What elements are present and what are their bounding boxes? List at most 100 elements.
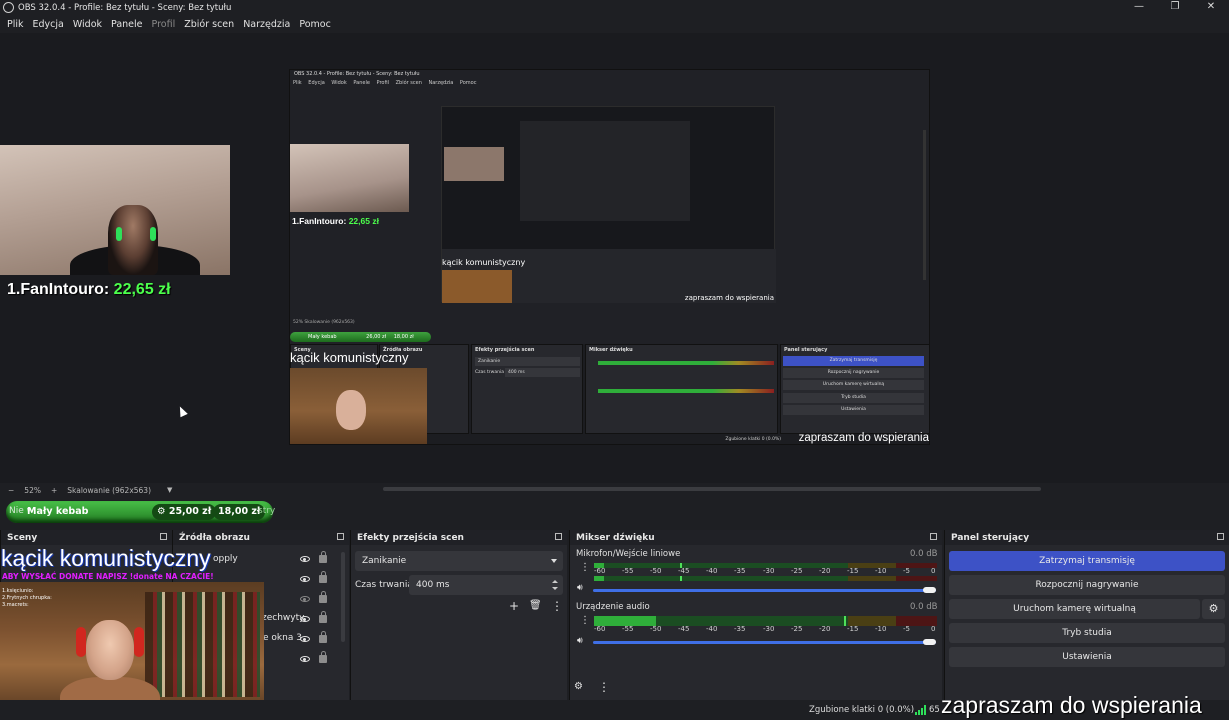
meter-tick-label: 0 [931,625,936,633]
volume-meter [594,621,937,626]
meter-tick-label: -30 [763,567,775,575]
source-label[interactable]: zechwyty [262,613,304,623]
menu-tools[interactable]: Narzędzia [243,19,290,30]
close-icon[interactable]: ✕ [1193,0,1229,15]
volume-slider-handle[interactable] [923,587,936,593]
trash-icon[interactable]: 🗑 [529,600,542,612]
headphones-left [76,627,86,657]
menu-edit[interactable]: Edycja [33,19,64,30]
lock-icon[interactable] [319,631,327,643]
duration-input[interactable]: 400 ms [409,575,563,595]
sources-scrollbar[interactable] [341,552,345,642]
zoom-in-button[interactable]: + [51,486,57,495]
duration-label: Czas trwania [355,580,413,590]
chevron-up-icon[interactable] [552,580,558,583]
source-row[interactable] [300,571,340,586]
popout-icon[interactable] [337,533,344,540]
lock-icon[interactable] [319,571,327,583]
menu-bar: Plik Edycja Widok Panele Profil Zbiór sc… [0,15,1229,33]
meter-tick-label: -20 [819,625,831,633]
preview-horizontal-scrollbar[interactable] [383,487,1041,491]
meter-tick-label: -25 [791,625,803,633]
scenes-title: Sceny [7,532,38,543]
start-virtual-camera-button[interactable]: Uruchom kamerę wirtualną [949,599,1200,619]
meter-tick-label: -60 [594,625,606,633]
zoom-out-button[interactable]: − [8,486,14,495]
visibility-eye-icon[interactable] [300,636,310,642]
menu-file[interactable]: Plik [7,19,24,30]
menu-help[interactable]: Pomoc [299,19,331,30]
meter-tick-label: -35 [734,625,746,633]
minimize-icon[interactable]: — [1121,0,1157,15]
source-label[interactable]: e okna 3 [263,633,302,643]
nested-inner-capture: kącik komunistyczny zapraszam do wspiera… [441,106,776,303]
settings-icon[interactable]: ⚙ [574,681,583,693]
lock-icon[interactable] [319,551,327,563]
meter-tick-label: -45 [678,567,690,575]
visibility-eye-icon[interactable] [300,556,310,562]
visibility-eye-off-icon[interactable] [300,596,310,602]
chevron-down-icon[interactable] [552,587,558,590]
meter-tick-label: -60 [594,567,606,575]
volume-slider[interactable] [593,589,936,592]
more-icon[interactable]: ⋮ [580,616,590,626]
channel-db: 0.0 dB [910,549,938,559]
scaling-label[interactable]: Skalowanie (962x563) [67,486,151,495]
speaker-icon[interactable]: 🔊︎ [577,583,583,593]
speaker-icon[interactable]: 🔊︎ [577,636,583,646]
chevron-down-icon [551,559,557,563]
popout-icon[interactable] [160,533,167,540]
volume-slider[interactable] [593,641,936,644]
stop-streaming-button[interactable]: Zatrzymaj transmisję [949,551,1225,571]
studio-mode-button[interactable]: Tryb studia [949,623,1225,643]
menu-docks[interactable]: Panele [111,19,142,30]
nested-obs-capture: OBS 32.0.4 - Profile: Bez tytułu - Sceny… [289,69,930,445]
visibility-eye-icon[interactable] [300,616,310,622]
virtual-camera-settings-icon[interactable]: ⚙ [1202,599,1225,619]
volume-slider-handle[interactable] [923,639,936,645]
menu-profile: Profil [151,18,176,30]
source-row[interactable] [300,631,340,646]
lock-icon[interactable] [319,651,327,663]
visibility-eye-icon[interactable] [300,576,310,582]
start-recording-button[interactable]: Rozpocznij nagrywanie [949,575,1225,595]
popout-icon[interactable] [1217,533,1224,540]
more-icon[interactable]: ⋮ [598,681,610,693]
signal-bars-icon [915,705,926,715]
popout-icon[interactable] [930,533,937,540]
menu-scene-collection[interactable]: Zbiór scen [184,19,234,30]
settings-button[interactable]: Ustawienia [949,647,1225,667]
lock-icon[interactable] [319,611,327,623]
meter-tick-label: -10 [875,625,887,633]
dropped-frames: Zgubione klatki 0 (0.0%) [809,705,915,715]
window-title: OBS 32.0.4 - Profile: Bez tytułu - Sceny… [18,2,232,13]
menu-view[interactable]: Widok [73,19,102,30]
meter-scale: -60 -55 -50 -45 -40 -35 -30 -25 -20 -15 -10 -5 0 [594,625,937,634]
meter-peak [844,621,846,626]
obs-logo-icon [3,2,14,13]
meter-level [594,621,656,626]
window-controls: — ❐ ✕ [1121,0,1229,15]
meter-tick-label: -30 [763,625,775,633]
add-icon[interactable]: + [509,600,519,612]
meter-tick-label: -5 [903,625,910,633]
more-icon[interactable]: ⋮ [551,600,563,612]
transition-select[interactable]: Zanikanie [355,551,563,571]
webcam-feed [0,145,230,275]
source-row[interactable] [300,651,340,666]
source-row[interactable] [300,551,340,566]
chevron-down-icon[interactable]: ▼ [167,486,172,494]
popout-icon[interactable] [555,533,562,540]
maximize-icon[interactable]: ❐ [1157,0,1193,15]
visibility-eye-icon[interactable] [300,656,310,662]
source-row[interactable] [300,611,340,626]
lock-icon[interactable] [319,591,327,603]
channel-name: Mikrofon/Wejście liniowe [576,549,681,559]
preview-canvas[interactable]: 1.FanIntouro: 22,65 zł OBS 32.0.4 - Prof… [0,33,1229,483]
top-donor-label: 1.FanIntouro: 22,65 zł [7,281,171,298]
meter-tick-label: -40 [706,567,718,575]
meter-tick-label: -25 [791,567,803,575]
source-row[interactable] [300,591,340,606]
overlay-subline: ABY WYSŁAĆ DONATE NAPISZ !donate NA CZAC… [2,572,214,581]
more-icon[interactable]: ⋮ [580,563,590,573]
